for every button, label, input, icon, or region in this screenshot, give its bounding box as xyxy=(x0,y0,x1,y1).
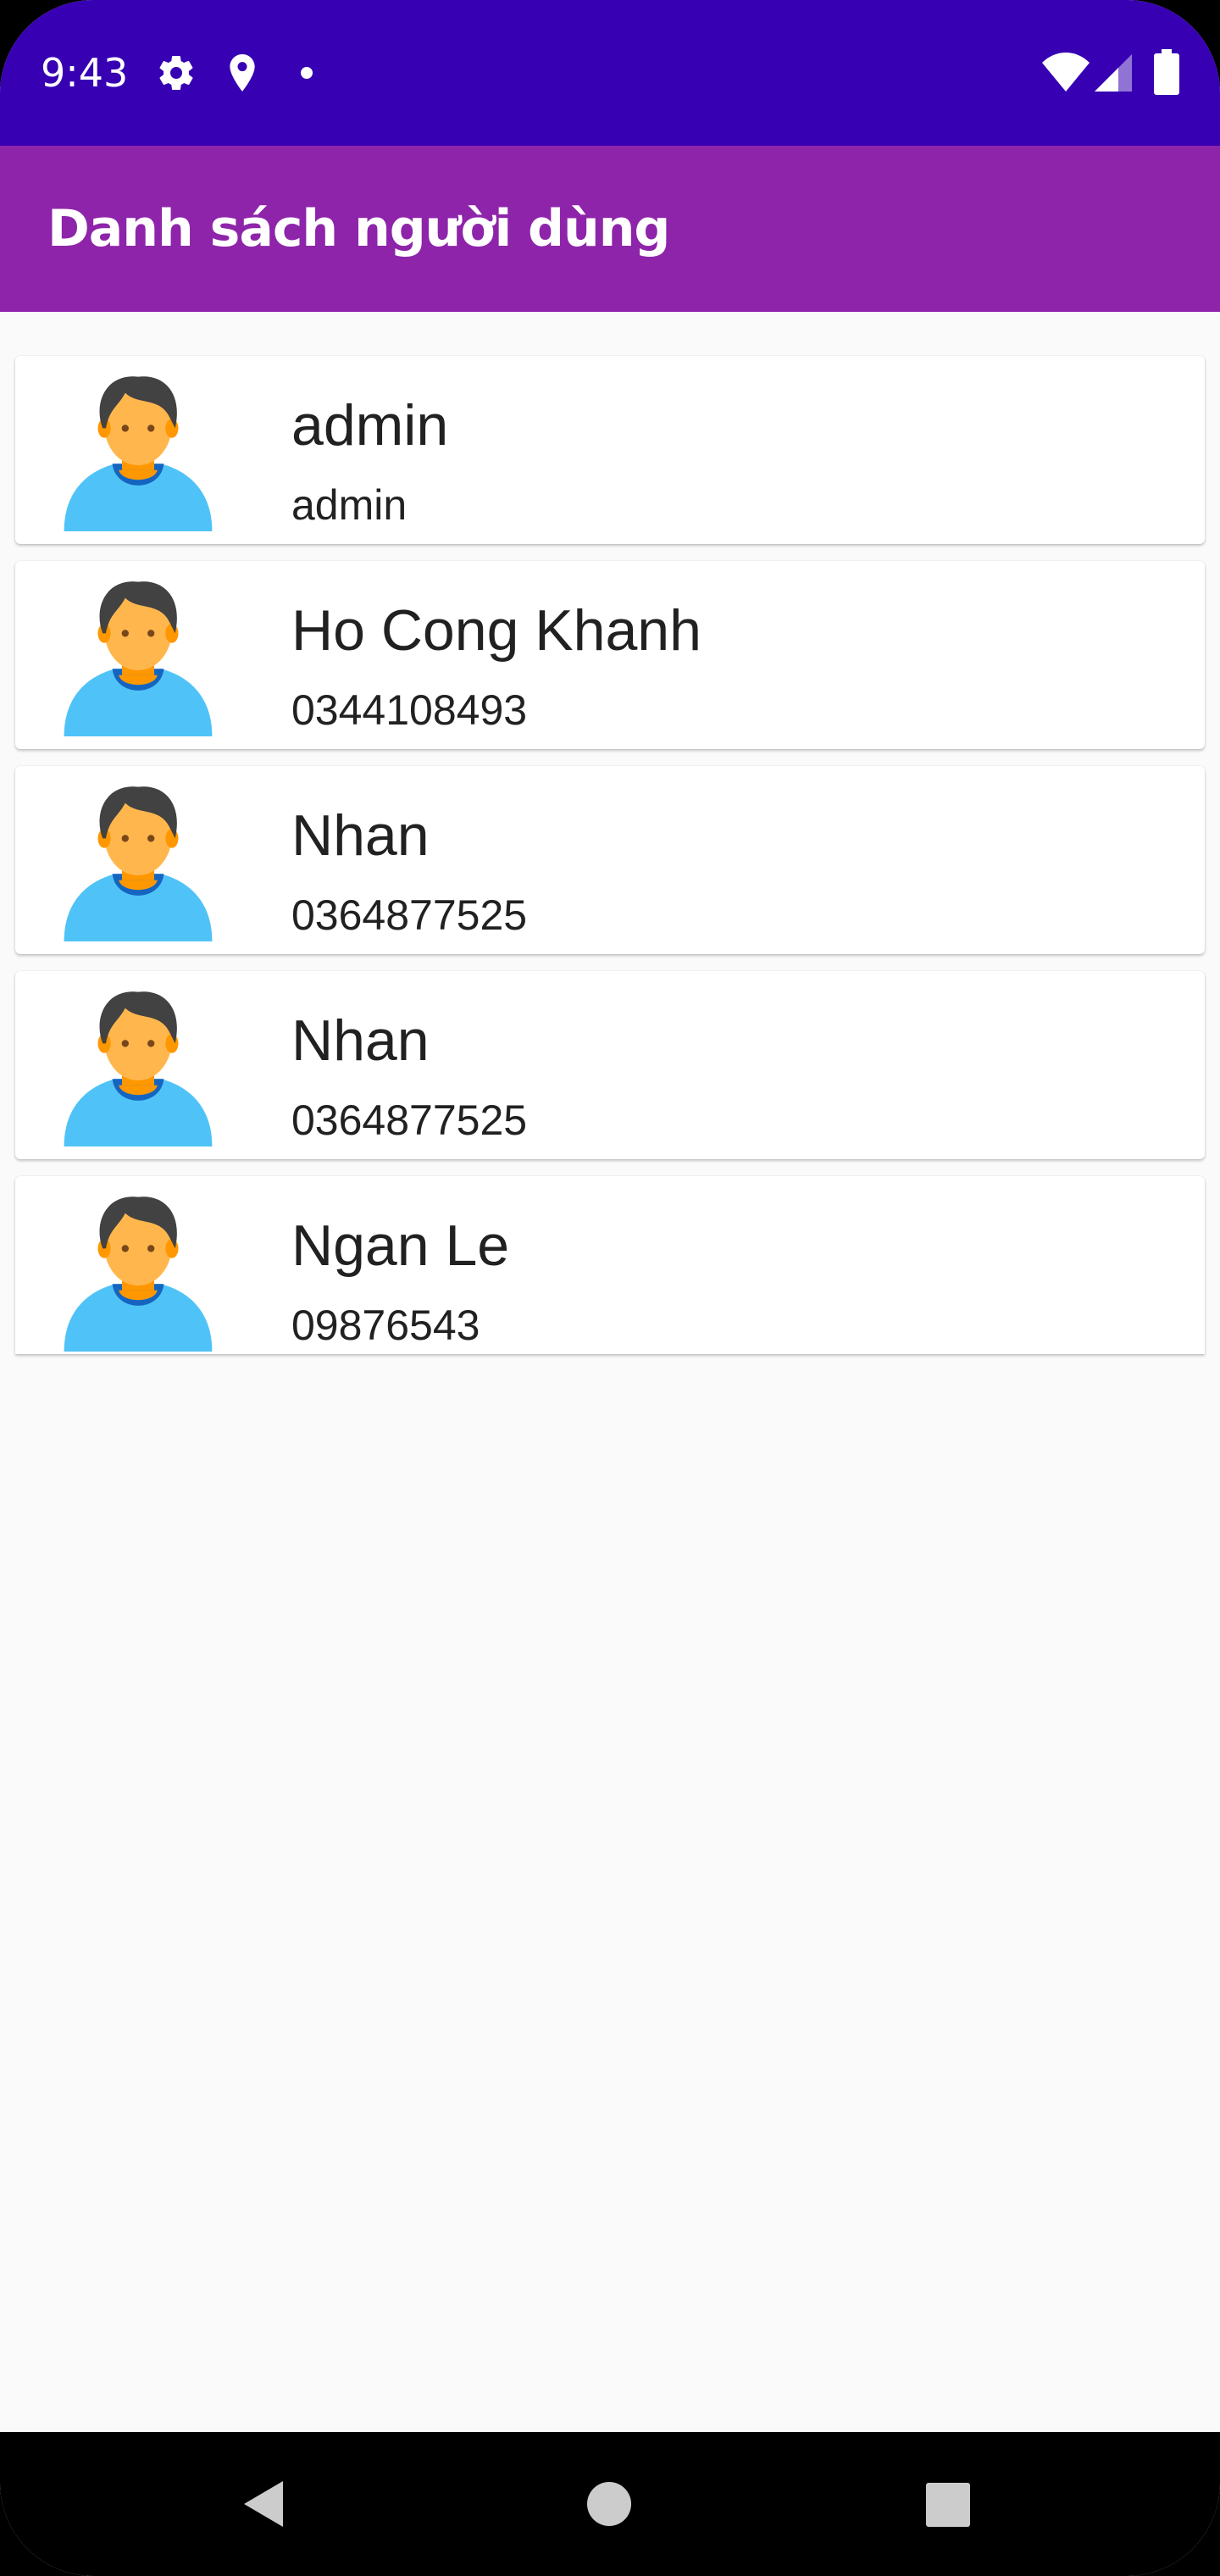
status-time: 9:43 xyxy=(41,50,129,96)
user-phone: 0364877525 xyxy=(291,891,528,939)
recents-icon[interactable] xyxy=(925,2483,971,2527)
page-title: Danh sách người dùng xyxy=(47,199,670,258)
user-list-item[interactable]: Ho Cong Khanh 0344108493 xyxy=(15,561,1205,749)
user-phone: 0344108493 xyxy=(291,686,528,734)
app-bar: Danh sách người dùng xyxy=(0,146,1220,312)
user-avatar-icon xyxy=(64,376,213,531)
user-avatar-icon xyxy=(64,1196,213,1352)
user-phone: 09876543 xyxy=(291,1302,480,1349)
user-avatar-icon xyxy=(64,786,213,941)
screen: 9:43 Danh sách người dùng admin admin Ho… xyxy=(0,0,1220,2576)
user-name: Ngan Le xyxy=(291,1213,510,1278)
back-icon[interactable] xyxy=(239,2478,290,2530)
location-icon xyxy=(230,54,255,92)
status-bar: 9:43 xyxy=(0,0,1220,146)
user-list-item[interactable]: Nhan 0364877525 xyxy=(15,766,1205,954)
notification-dot-icon xyxy=(301,67,313,79)
user-name: admin xyxy=(291,393,449,458)
user-list-item[interactable]: Nhan 0364877525 xyxy=(15,971,1205,1159)
user-list-item[interactable]: Ngan Le 09876543 xyxy=(15,1176,1205,1354)
user-list-item[interactable]: admin admin xyxy=(15,356,1205,544)
user-phone: 0364877525 xyxy=(291,1096,528,1144)
home-icon[interactable] xyxy=(586,2481,632,2527)
wifi-icon xyxy=(1042,53,1090,92)
user-name: Nhan xyxy=(291,803,430,868)
user-name: Nhan xyxy=(291,1008,430,1073)
user-phone: admin xyxy=(291,481,408,529)
signal-icon xyxy=(1095,54,1132,92)
settings-icon xyxy=(159,56,193,91)
user-avatar-icon xyxy=(64,581,213,736)
user-name: Ho Cong Khanh xyxy=(291,598,702,663)
user-avatar-icon xyxy=(64,991,213,1146)
battery-icon xyxy=(1154,49,1179,95)
navigation-bar xyxy=(0,2432,1220,2576)
